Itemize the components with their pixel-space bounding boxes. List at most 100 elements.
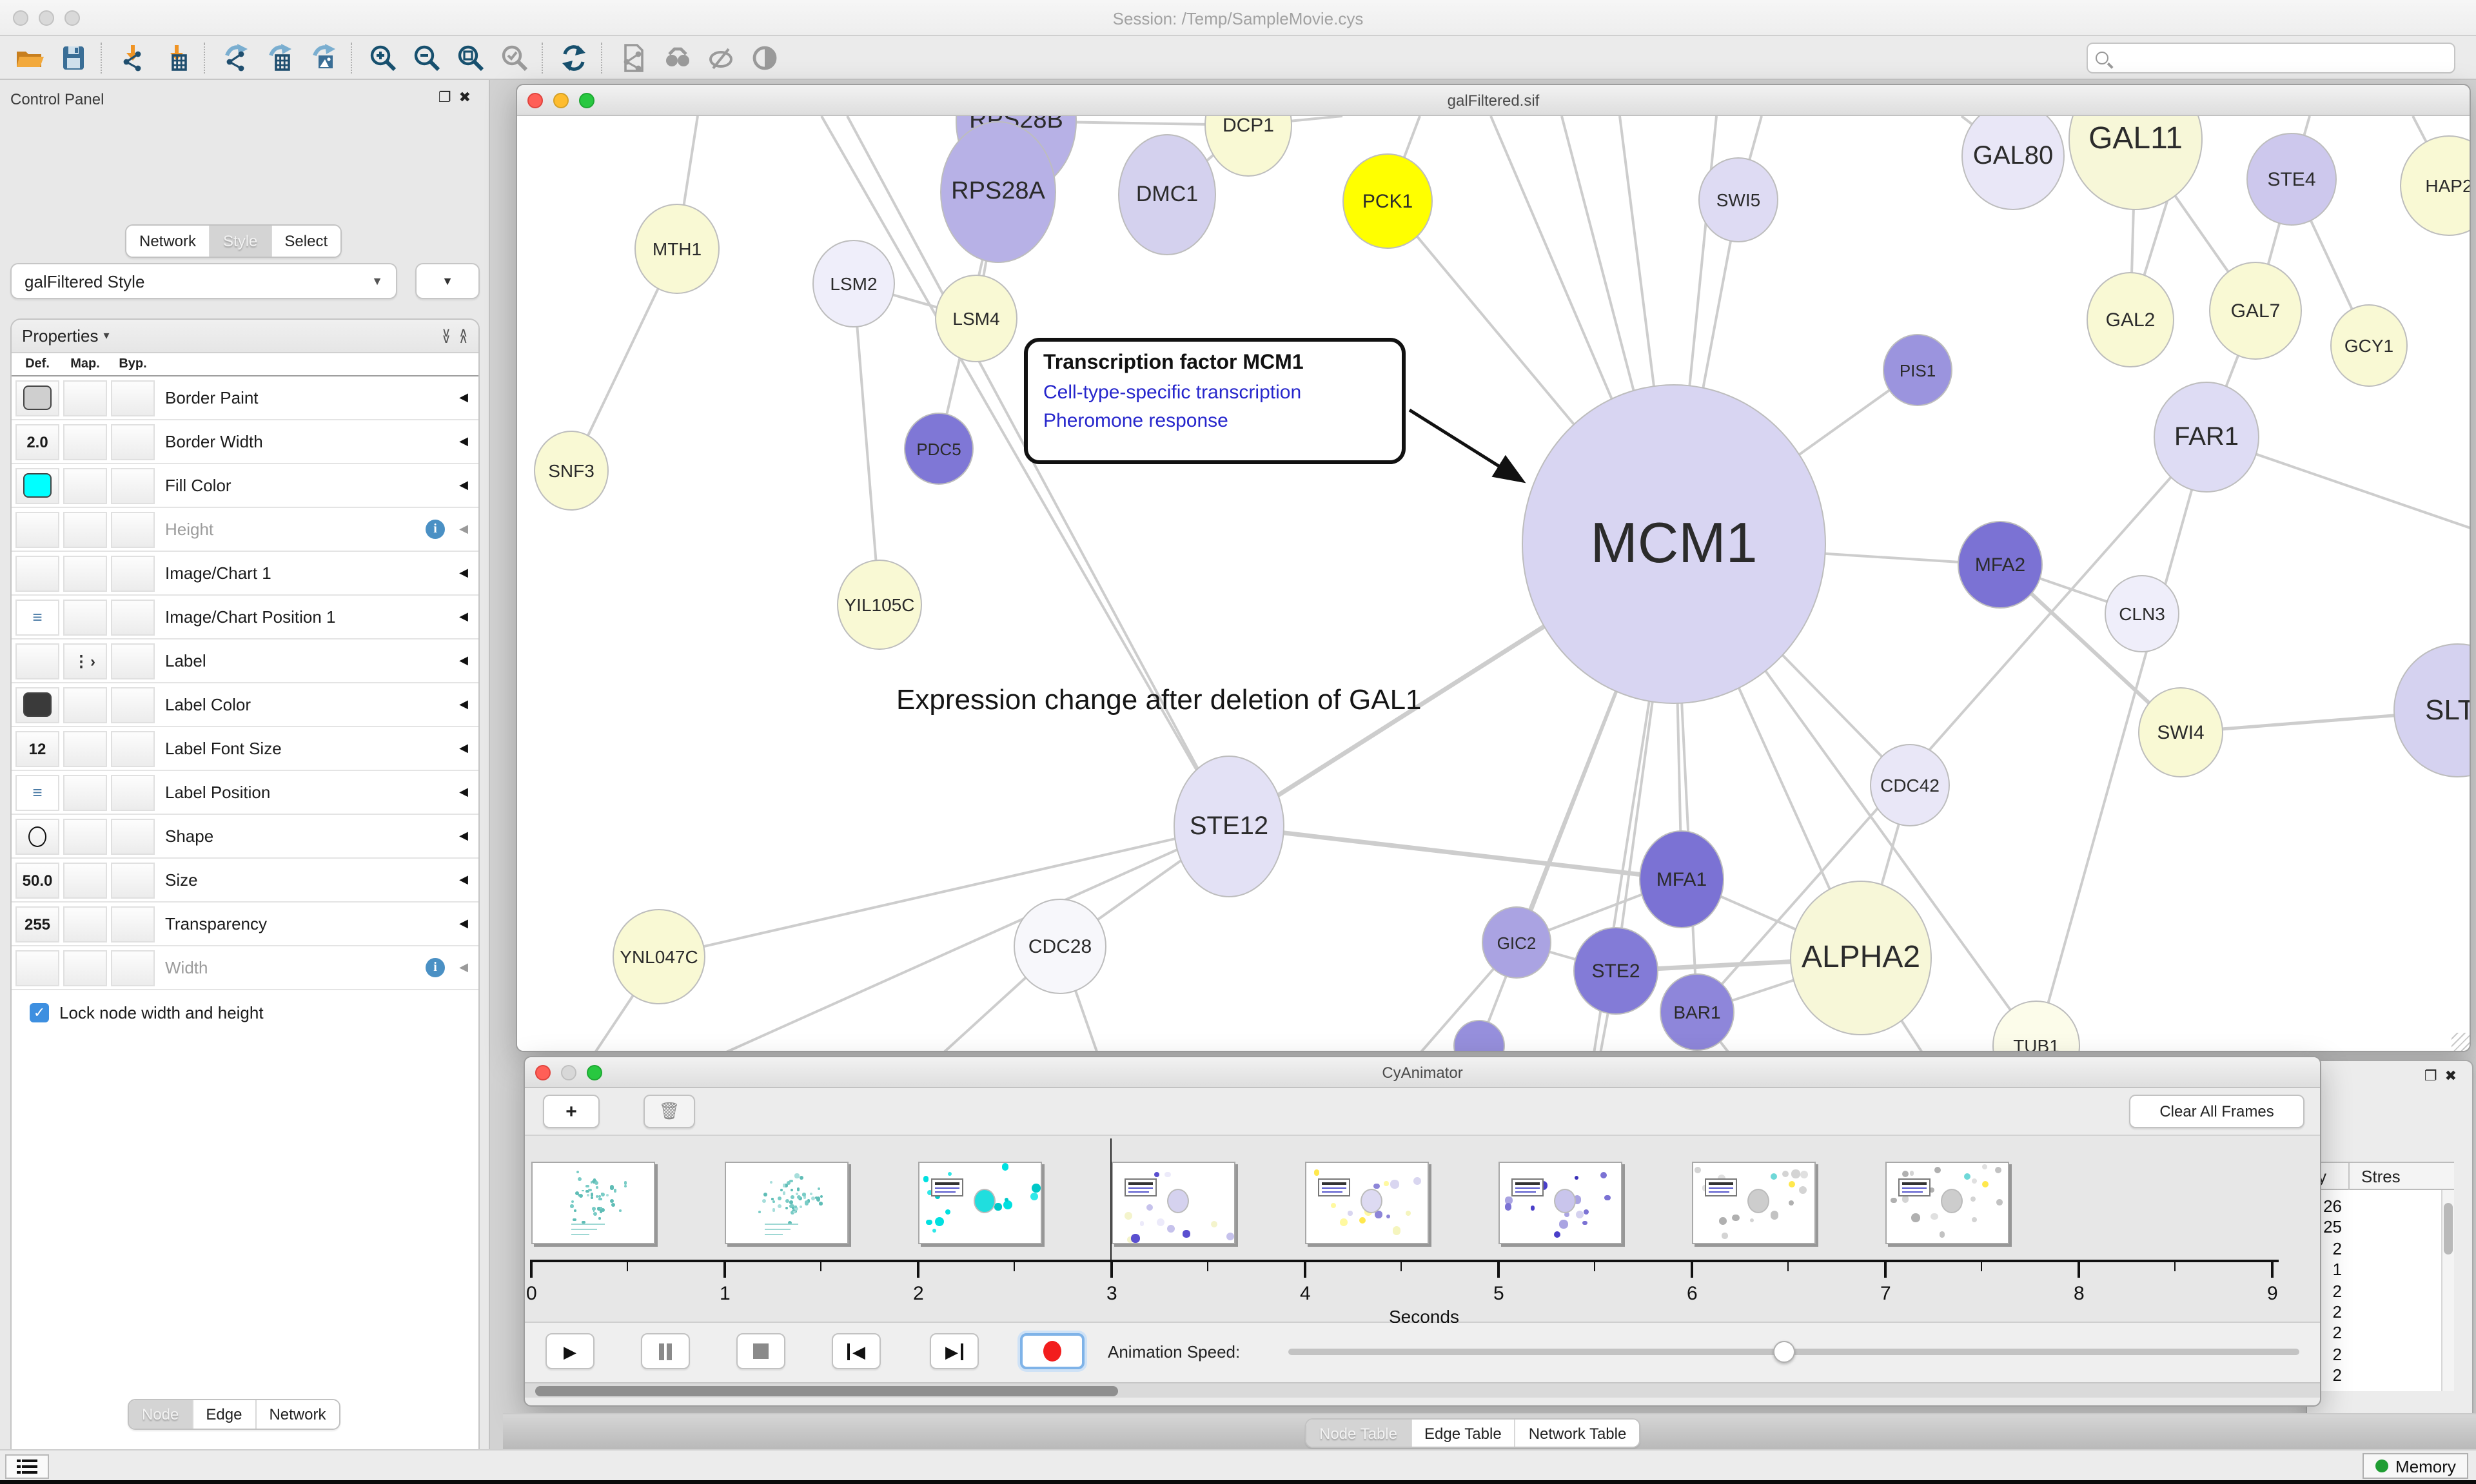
network-node-CDC28[interactable]: CDC28 — [1014, 899, 1106, 994]
close-panel-icon[interactable]: ✖ — [2445, 1069, 2464, 1084]
frame-thumbnail-1[interactable] — [725, 1162, 849, 1244]
clear-all-frames-button[interactable]: Clear All Frames — [2129, 1095, 2304, 1128]
lock-size-checkbox[interactable]: ✓ — [30, 1003, 49, 1022]
property-row-label-position[interactable]: ≡Label Position◀ — [12, 771, 478, 815]
network-node-MFA2[interactable]: MFA2 — [1958, 521, 2043, 609]
expand-row-icon[interactable]: ◀ — [459, 566, 468, 580]
tab-style[interactable]: Style — [209, 226, 270, 257]
cyanimator-timeline[interactable]: 0123456789Seconds — [525, 1135, 2320, 1323]
tab-edge-style[interactable]: Edge — [192, 1400, 255, 1429]
timeline-horizontal-scrollbar[interactable] — [525, 1382, 2320, 1398]
property-row-fill-color[interactable]: Fill Color◀ — [12, 464, 478, 508]
play-button[interactable]: ▶ — [545, 1333, 594, 1369]
frame-thumbnail-4[interactable] — [1305, 1162, 1429, 1244]
frame-thumbnail-2[interactable] — [918, 1162, 1042, 1244]
expand-row-icon[interactable]: ◀ — [459, 391, 468, 405]
property-row-width[interactable]: Widthi◀ — [12, 946, 478, 990]
network-node-YNL047C[interactable]: YNL047C — [613, 909, 705, 1004]
resize-grip-icon[interactable] — [2451, 1033, 2470, 1051]
tab-network-style[interactable]: Network — [255, 1400, 339, 1429]
tab-edge-table[interactable]: Edge Table — [1410, 1420, 1515, 1447]
expand-row-icon[interactable]: ◀ — [459, 654, 468, 668]
property-row-transparency[interactable]: 255Transparency◀ — [12, 903, 478, 946]
apply-layout-icon[interactable] — [555, 40, 593, 76]
find-icon[interactable] — [658, 40, 696, 76]
export-network-icon[interactable] — [217, 40, 255, 76]
info-icon[interactable]: i — [426, 958, 445, 977]
slider-thumb[interactable] — [1773, 1341, 1795, 1363]
expand-row-icon[interactable]: ◀ — [459, 434, 468, 449]
expand-row-icon[interactable]: ◀ — [459, 829, 468, 843]
network-node-BAR1[interactable]: BAR1 — [1660, 973, 1734, 1051]
network-node-SWI5[interactable]: SWI5 — [1698, 157, 1778, 242]
network-node-GAL2[interactable]: GAL2 — [2087, 272, 2174, 367]
style-options-button[interactable]: ▼ — [415, 263, 480, 299]
property-row-label-font-size[interactable]: 12Label Font Size◀ — [12, 727, 478, 771]
frame-thumbnail-5[interactable] — [1498, 1162, 1622, 1244]
network-node-PIS1[interactable]: PIS1 — [1883, 334, 1952, 406]
network-node-STE12[interactable]: STE12 — [1174, 756, 1284, 897]
property-row-label[interactable]: ⋮›Label◀ — [12, 639, 478, 683]
expand-row-icon[interactable]: ◀ — [459, 741, 468, 756]
expand-row-icon[interactable]: ◀ — [459, 961, 468, 975]
column-divider[interactable] — [2348, 1163, 2350, 1191]
cyanimator-titlebar[interactable]: CyAnimator — [525, 1057, 2320, 1088]
zoom-fit-icon[interactable] — [451, 40, 490, 76]
frame-thumbnail-7[interactable] — [1885, 1162, 2009, 1244]
float-panel-icon[interactable]: ❐ — [438, 90, 459, 106]
show-all-icon[interactable] — [745, 40, 784, 76]
frame-thumbnail-0[interactable] — [531, 1162, 655, 1244]
timeline-playhead[interactable] — [1110, 1138, 1112, 1260]
network-node-ALPHA2[interactable]: ALPHA2 — [1790, 881, 1932, 1035]
column-header-stress[interactable]: Stres — [2361, 1167, 2401, 1186]
info-icon[interactable]: i — [426, 520, 445, 539]
expand-row-icon[interactable]: ◀ — [459, 873, 468, 887]
network-node-GAL7[interactable]: GAL7 — [2209, 262, 2302, 360]
stop-button[interactable] — [736, 1333, 785, 1369]
network-node-STE2[interactable]: STE2 — [1573, 927, 1658, 1015]
property-row-image-chart-position-1[interactable]: ≡Image/Chart Position 1◀ — [12, 596, 478, 639]
network-node-YIL105C[interactable]: YIL105C — [837, 560, 922, 650]
annotation-link-2[interactable]: Pheromone response — [1043, 407, 1386, 436]
control-panel-window-icons[interactable]: ❐✖ — [438, 89, 478, 106]
expand-row-icon[interactable]: ◀ — [459, 478, 468, 493]
property-row-size[interactable]: 50.0Size◀ — [12, 859, 478, 903]
property-row-image-chart-1[interactable]: Image/Chart 1◀ — [12, 552, 478, 596]
property-row-shape[interactable]: Shape◀ — [12, 815, 478, 859]
delete-frame-button[interactable]: 🗑 — [644, 1095, 695, 1128]
collapse-all-icon[interactable]: ∨∨ — [442, 329, 451, 342]
network-node-DMC1[interactable]: DMC1 — [1118, 134, 1216, 255]
record-button[interactable] — [1020, 1333, 1085, 1369]
open-session-icon[interactable] — [10, 40, 49, 76]
network-annotation[interactable]: Transcription factor MCM1 Cell-type-spec… — [1024, 338, 1406, 464]
network-node-MTH1[interactable]: MTH1 — [634, 204, 720, 294]
style-selector[interactable]: galFiltered Style ▼ — [10, 263, 397, 299]
network-node-STE4[interactable]: STE4 — [2246, 133, 2337, 226]
expand-row-icon[interactable]: ◀ — [459, 917, 468, 931]
network-from-selection-icon[interactable] — [614, 40, 653, 76]
property-row-height[interactable]: Heighti◀ — [12, 508, 478, 552]
search-input[interactable] — [2087, 43, 2455, 73]
skip-end-button[interactable]: ▶ — [930, 1333, 979, 1369]
hide-selected-icon[interactable] — [702, 40, 740, 76]
network-node-GCY1[interactable]: GCY1 — [2330, 304, 2408, 387]
table-vertical-scrollbar[interactable] — [2441, 1190, 2454, 1391]
network-node-MFA1[interactable]: MFA1 — [1639, 830, 1724, 928]
zoom-out-icon[interactable] — [408, 40, 446, 76]
frame-thumbnail-3[interactable] — [1112, 1162, 1235, 1244]
annotation-link-1[interactable]: Cell-type-specific transcription — [1043, 379, 1386, 407]
pause-button[interactable] — [641, 1333, 690, 1369]
save-session-icon[interactable] — [54, 40, 93, 76]
show-panels-button[interactable] — [5, 1454, 49, 1479]
network-window-titlebar[interactable]: galFiltered.sif — [517, 85, 2470, 116]
export-image-icon[interactable] — [304, 40, 343, 76]
property-row-border-width[interactable]: 2.0Border Width◀ — [12, 420, 478, 464]
network-node-PDC5[interactable]: PDC5 — [904, 413, 974, 485]
properties-header[interactable]: Properties ▾ ∨∨ ∧∧ — [12, 320, 478, 353]
network-node-RPS28A[interactable]: RPS28A — [940, 121, 1056, 263]
network-node-PCK1[interactable]: PCK1 — [1342, 153, 1433, 249]
network-node-MCM1[interactable]: MCM1 — [1522, 384, 1826, 704]
close-panel-icon[interactable]: ✖ — [459, 90, 478, 106]
zoom-selected-icon[interactable] — [495, 40, 534, 76]
expand-row-icon[interactable]: ◀ — [459, 785, 468, 799]
